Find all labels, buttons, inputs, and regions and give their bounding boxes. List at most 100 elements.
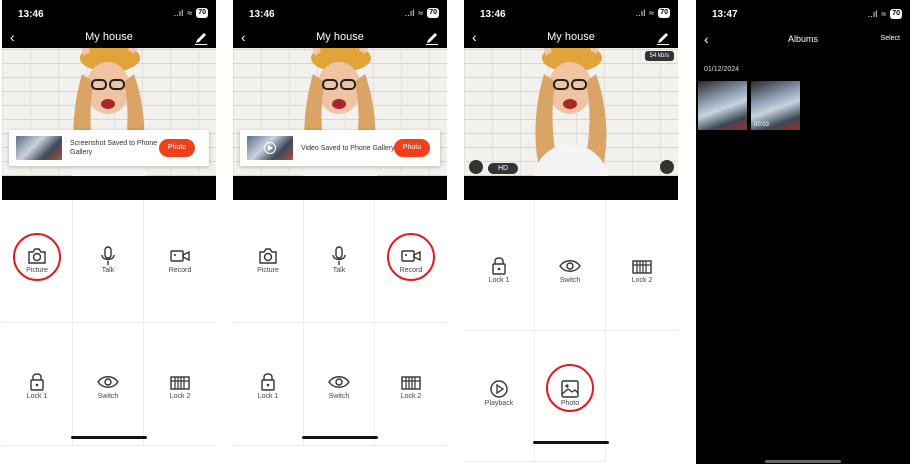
status-time: 13:46 — [249, 9, 275, 20]
status-bar: 13:47 ..ıl ≈ 70 — [696, 0, 910, 30]
switch-label: Switch — [97, 393, 119, 400]
wifi-icon: ≈ — [187, 8, 193, 18]
signal-icon: ..ıl — [173, 8, 184, 18]
phone-screen-record: 13:46 ..ıl ≈ 70 ‹ My house Video Saved t… — [233, 0, 447, 464]
signal-icon: ..ıl — [867, 9, 878, 19]
status-bar: 13:46 ..ıl ≈ 70 — [2, 0, 216, 28]
switch-label: Switch — [328, 393, 350, 400]
nav-bar: ‹ My house — [2, 28, 216, 48]
lock2-label: Lock 2 — [400, 393, 422, 400]
status-time: 13:47 — [712, 9, 738, 20]
lock1-label: Lock 1 — [257, 393, 279, 400]
lock2-control[interactable]: Lock 2 — [375, 323, 447, 446]
phone-screen-photo: 13:46 ..ıl ≈ 70 ‹ My house 54 kb/s HD Lo… — [464, 0, 678, 464]
lock1-label: Lock 1 — [26, 393, 48, 400]
toast-message: Screenshot Saved to Phone Gallery — [70, 140, 158, 156]
record-control[interactable]: Record — [144, 200, 216, 323]
picture-control[interactable]: Picture — [233, 200, 304, 323]
lock1-control[interactable]: Lock 1 — [233, 323, 304, 446]
battery-icon: 70 — [427, 8, 439, 18]
hd-toggle-button[interactable]: HD — [488, 163, 519, 174]
photo-label: Photo — [560, 400, 580, 407]
lock2-control[interactable]: Lock 2 — [606, 200, 678, 331]
picture-control[interactable]: Picture — [2, 200, 73, 323]
snapshot-thumbnail[interactable] — [16, 136, 62, 160]
page-title: My house — [547, 31, 595, 43]
lock1-control[interactable]: Lock 1 — [2, 323, 73, 446]
lock1-control[interactable]: Lock 1 — [464, 200, 535, 331]
signal-icon: ..ıl — [404, 8, 415, 18]
video-saved-toast: Video Saved to Phone Gallery Photo — [240, 130, 440, 166]
camera-icon — [259, 248, 277, 264]
home-indicator[interactable] — [302, 436, 378, 439]
wifi-icon: ≈ — [649, 8, 655, 18]
albums-title: Albums — [787, 34, 818, 44]
album-photo-thumbnail[interactable] — [698, 81, 747, 130]
microphone-icon — [101, 246, 115, 265]
phone-screen-albums: 13:47 ..ıl ≈ 70 ‹ Albums Select 01/12/20… — [696, 0, 910, 464]
video-thumbnail[interactable] — [247, 136, 293, 160]
album-date-header: 01/12/2024 — [704, 66, 740, 73]
eye-icon — [97, 376, 119, 388]
page-title: My house — [316, 31, 364, 43]
control-grid: Picture Talk Record Lock 1 Switch Lock 2 — [233, 200, 447, 446]
picture-label: Picture — [26, 267, 48, 274]
live-video-view[interactable]: 54 kb/s HD — [464, 48, 678, 176]
microphone-icon — [332, 246, 346, 265]
phone-screen-picture: 13:46 ..ıl ≈ 70 ‹ My house Screenshot Sa… — [2, 0, 216, 464]
playback-control[interactable]: Playback — [464, 331, 535, 462]
select-button[interactable]: Select — [881, 35, 900, 42]
record-control[interactable]: Record — [375, 200, 447, 323]
edit-icon[interactable] — [194, 29, 208, 45]
switch-control[interactable]: Switch — [73, 323, 144, 446]
eye-icon — [328, 376, 350, 388]
nav-bar: ‹ My house — [233, 28, 447, 48]
eye-icon — [559, 260, 581, 272]
home-indicator[interactable] — [533, 441, 609, 444]
fullscreen-icon[interactable] — [660, 160, 674, 174]
open-photo-button[interactable]: Photo — [159, 139, 195, 157]
page-title: My house — [85, 31, 133, 43]
status-icons: ..ıl ≈ 70 — [174, 8, 208, 18]
edit-icon[interactable] — [656, 29, 670, 45]
video-duration: 00:03 — [754, 122, 770, 128]
talk-label: Talk — [332, 267, 346, 274]
switch-control[interactable]: Switch — [304, 323, 375, 446]
camera-icon — [28, 248, 46, 264]
edit-icon[interactable] — [425, 29, 439, 45]
lock2-control[interactable]: Lock 2 — [144, 323, 216, 446]
album-video-thumbnail[interactable]: 00:03 — [751, 81, 800, 130]
control-grid: Lock 1 Switch Lock 2 Playback Photo — [464, 200, 678, 462]
home-indicator[interactable] — [765, 460, 841, 463]
speaker-mute-icon[interactable] — [469, 160, 483, 174]
home-indicator[interactable] — [71, 436, 147, 439]
playback-label: Playback — [484, 400, 514, 407]
nav-bar: ‹ My house — [464, 28, 678, 48]
lock1-label: Lock 1 — [488, 277, 510, 284]
screenshot-saved-toast: Screenshot Saved to Phone Gallery Photo — [9, 130, 209, 166]
status-icons: ..ıl ≈ 70 — [636, 8, 670, 18]
lock2-label: Lock 2 — [169, 393, 191, 400]
bitrate-badge: 54 kb/s — [644, 51, 674, 61]
camera-feed-image — [534, 48, 608, 176]
signal-icon: ..ıl — [635, 8, 646, 18]
gate-icon — [170, 376, 190, 390]
live-video-view[interactable]: Video Saved to Phone Gallery Photo — [233, 48, 447, 176]
play-icon — [264, 142, 276, 154]
open-photo-button[interactable]: Photo — [394, 139, 430, 157]
record-label: Record — [168, 267, 192, 274]
lock-icon — [261, 373, 275, 391]
switch-control[interactable]: Switch — [535, 200, 606, 331]
wifi-icon: ≈ — [418, 8, 424, 18]
nav-bar: ‹ Albums Select — [696, 30, 910, 50]
wifi-icon: ≈ — [881, 9, 887, 19]
lock-icon — [30, 373, 44, 391]
talk-control[interactable]: Talk — [304, 200, 375, 323]
talk-control[interactable]: Talk — [73, 200, 144, 323]
live-video-view[interactable]: Screenshot Saved to Phone Gallery Photo — [2, 48, 216, 176]
toast-message: Video Saved to Phone Gallery — [301, 144, 395, 152]
status-bar: 13:46 ..ıl ≈ 70 — [233, 0, 447, 28]
talk-label: Talk — [101, 267, 115, 274]
image-gallery-icon — [561, 380, 579, 398]
battery-icon: 70 — [196, 8, 208, 18]
